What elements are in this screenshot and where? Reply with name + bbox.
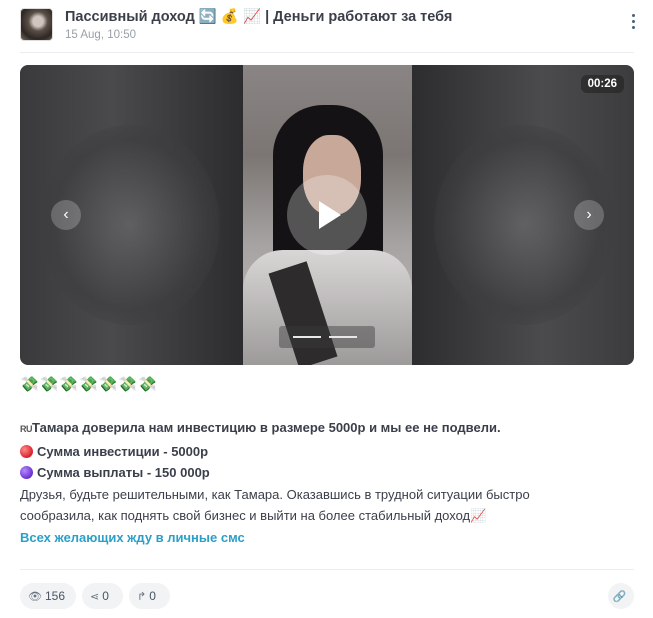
post-line-5: сообразила, как поднять свой бизнес и вы… [20,508,487,523]
ru-flag-icon: RU [20,424,33,434]
share-icon: ⋖ [90,591,100,603]
shares-counter[interactable]: ⋖ 0 [82,583,123,609]
video-duration-badge: 00:26 [580,75,624,93]
money-emoji-row: 💸💸💸💸💸💸💸 [20,376,158,393]
chevron-left-icon[interactable]: ‹ [51,200,81,230]
video-player[interactable]: 00:26 ‹ › [20,65,634,365]
header-divider [20,52,634,53]
post-line-2: Сумма инвестиции - 5000р [20,441,620,463]
kebab-menu-icon[interactable] [630,14,636,32]
post-line-4: Друзья, будьте решительными, как Тамара.… [20,486,530,502]
views-counter[interactable]: 👁 156 [20,583,76,609]
purple-circle-icon [20,466,33,479]
eye-icon: 👁 [28,591,42,603]
post-text: 💸💸💸💸💸💸💸 RUТамара доверила нам инвестицию… [20,374,620,548]
play-icon[interactable] [287,175,367,255]
post-line-3: Сумма выплаты - 150 000р [20,462,620,484]
link-icon: 🔗 [612,591,627,603]
channel-title[interactable]: Пассивный доход 🔄 💰 📈 | Деньги работают … [65,8,452,25]
forwards-counter[interactable]: ↱ 0 [129,583,170,609]
post-card: Пассивный доход 🔄 💰 📈 | Деньги работают … [0,0,653,618]
copy-link-button[interactable]: 🔗 [608,583,634,609]
post-footer: 👁 156 ⋖ 0 ↱ 0 🔗 [20,583,634,609]
contact-link[interactable]: Всех желающих жду в личные смс [20,527,620,549]
channel-avatar[interactable] [20,8,53,41]
forward-icon: ↱ [137,591,147,603]
post-line-1: RUТамара доверила нам инвестицию в разме… [20,420,501,435]
post-header: Пассивный доход 🔄 💰 📈 | Деньги работают … [20,8,640,44]
video-caption-bar [279,326,375,348]
footer-divider [20,569,634,570]
red-circle-icon [20,444,33,458]
chevron-right-icon[interactable]: › [574,200,604,230]
post-date: 15 Aug, 10:50 [65,29,136,41]
